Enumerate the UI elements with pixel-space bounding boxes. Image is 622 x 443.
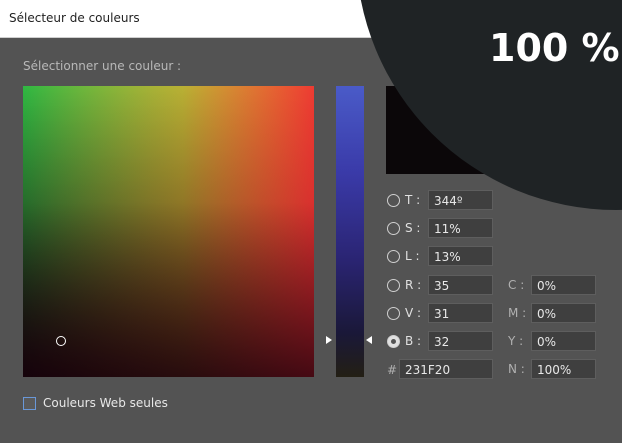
yellow-label: Y : (508, 334, 524, 348)
blue-input[interactable]: 32 (428, 331, 493, 351)
green-label: V : (405, 306, 422, 320)
select-color-label: Sélectionner une couleur : (23, 59, 182, 73)
red-label: R : (405, 278, 422, 292)
color-field-marker[interactable] (56, 336, 66, 346)
magenta-label: M : (508, 306, 527, 320)
radio-hue[interactable] (387, 194, 400, 207)
saturation-input[interactable]: 11% (428, 218, 493, 238)
color-field[interactable] (23, 86, 314, 377)
web-colors-only-checkbox[interactable] (23, 397, 36, 410)
saturation-label: S : (405, 221, 421, 235)
hex-symbol: # (387, 363, 398, 377)
yellow-input[interactable]: 0% (531, 331, 596, 351)
hue-input[interactable]: 344º (428, 190, 493, 210)
color-slider[interactable] (336, 86, 364, 377)
black-label: N : (508, 362, 525, 376)
hue-label: T : (405, 193, 421, 207)
cyan-label: C : (508, 278, 525, 292)
green-input[interactable]: 31 (428, 303, 493, 323)
slider-handle-left-icon[interactable] (326, 336, 332, 344)
radio-red[interactable] (387, 279, 400, 292)
radio-blue[interactable] (387, 335, 400, 348)
radio-lightness[interactable] (387, 250, 400, 263)
zoom-overlay-text: 100 % (489, 26, 620, 70)
hex-input[interactable]: 231F20 (399, 359, 493, 379)
color-picker-dialog: Sélecteur de couleurs Sélectionner une c… (0, 0, 622, 443)
radio-saturation[interactable] (387, 222, 400, 235)
window-title: Sélecteur de couleurs (9, 11, 140, 25)
lightness-input[interactable]: 13% (428, 246, 493, 266)
blue-label: B : (405, 334, 422, 348)
radio-green[interactable] (387, 307, 400, 320)
slider-handle-right-icon[interactable] (366, 336, 372, 344)
magenta-input[interactable]: 0% (531, 303, 596, 323)
lightness-label: L : (405, 249, 420, 263)
cyan-input[interactable]: 0% (531, 275, 596, 295)
red-input[interactable]: 35 (428, 275, 493, 295)
black-input[interactable]: 100% (531, 359, 596, 379)
web-colors-only-label[interactable]: Couleurs Web seules (43, 396, 168, 410)
